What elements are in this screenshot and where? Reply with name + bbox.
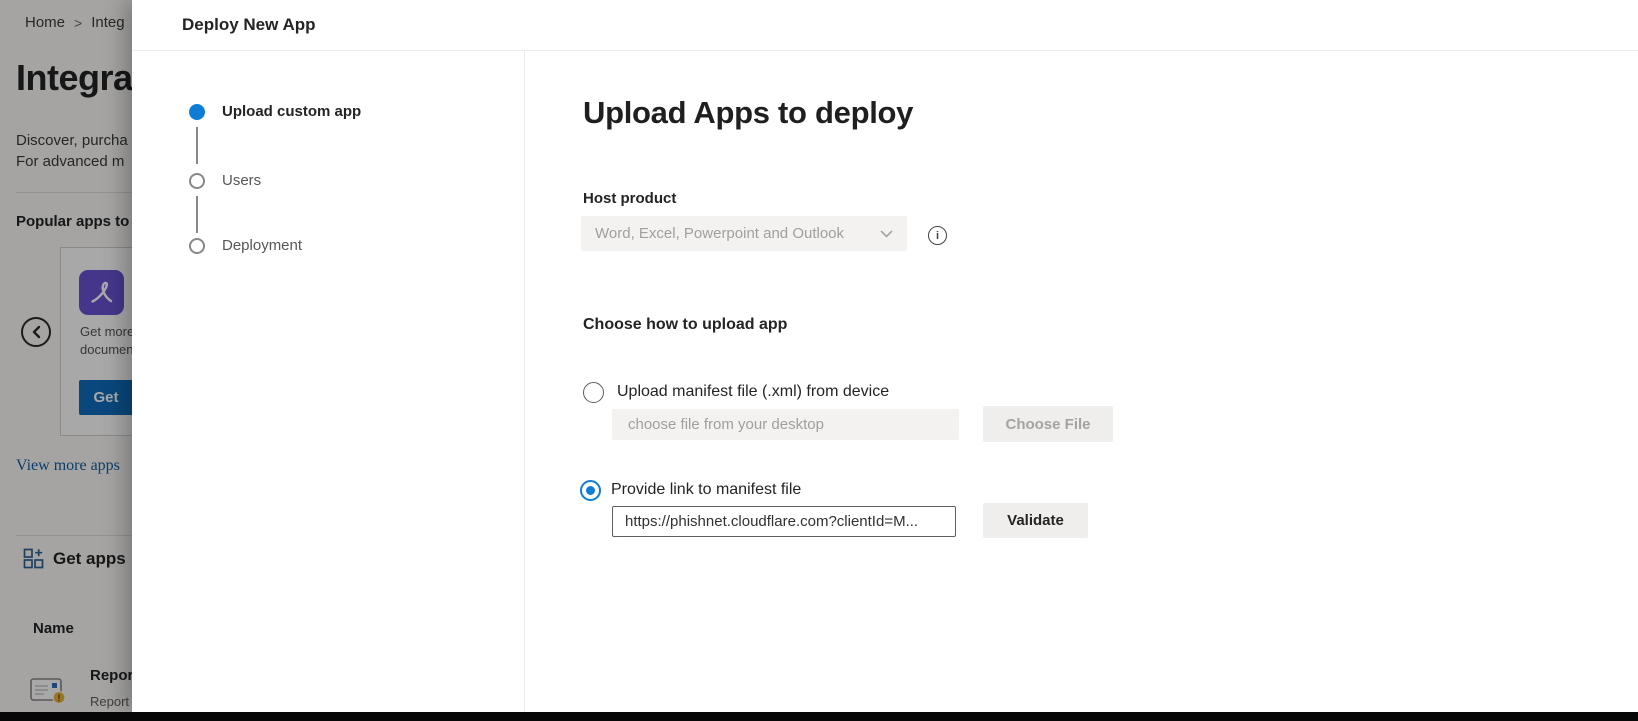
- bottom-window-edge: [0, 712, 1638, 721]
- stepper-content-divider: [524, 51, 525, 712]
- panel-header: Deploy New App: [132, 0, 1638, 50]
- host-product-select[interactable]: Word, Excel, Powerpoint and Outlook: [581, 216, 907, 251]
- step-connector: [196, 196, 198, 233]
- step-label-deployment[interactable]: Deployment: [222, 237, 302, 254]
- host-product-value: Word, Excel, Powerpoint and Outlook: [595, 225, 880, 242]
- step-dot-upload-custom-app[interactable]: [189, 104, 205, 120]
- deploy-new-app-panel: Deploy New App Upload custom app Users D…: [132, 0, 1638, 712]
- step-dot-deployment[interactable]: [189, 238, 205, 254]
- choose-file-button[interactable]: Choose File: [983, 406, 1113, 442]
- choose-upload-heading: Choose how to upload app: [583, 316, 787, 334]
- upload-from-device-label[interactable]: Upload manifest file (.xml) from device: [617, 383, 889, 401]
- validate-button[interactable]: Validate: [983, 503, 1088, 538]
- manifest-url-input[interactable]: [612, 506, 956, 537]
- provide-link-radio[interactable]: [580, 480, 601, 501]
- panel-header-divider: [132, 50, 1638, 51]
- step-label-users[interactable]: Users: [222, 172, 261, 189]
- step-connector: [196, 127, 198, 164]
- panel-title: Deploy New App: [182, 0, 316, 50]
- content-heading: Upload Apps to deploy: [583, 95, 913, 131]
- provide-link-label[interactable]: Provide link to manifest file: [611, 481, 801, 499]
- upload-from-device-radio[interactable]: [583, 382, 604, 403]
- info-icon[interactable]: i: [928, 226, 947, 245]
- chevron-down-icon: [880, 230, 893, 238]
- step-dot-users[interactable]: [189, 173, 205, 189]
- step-label-upload-custom-app[interactable]: Upload custom app: [222, 103, 361, 120]
- host-product-label: Host product: [583, 190, 676, 207]
- manifest-file-input[interactable]: [612, 409, 959, 440]
